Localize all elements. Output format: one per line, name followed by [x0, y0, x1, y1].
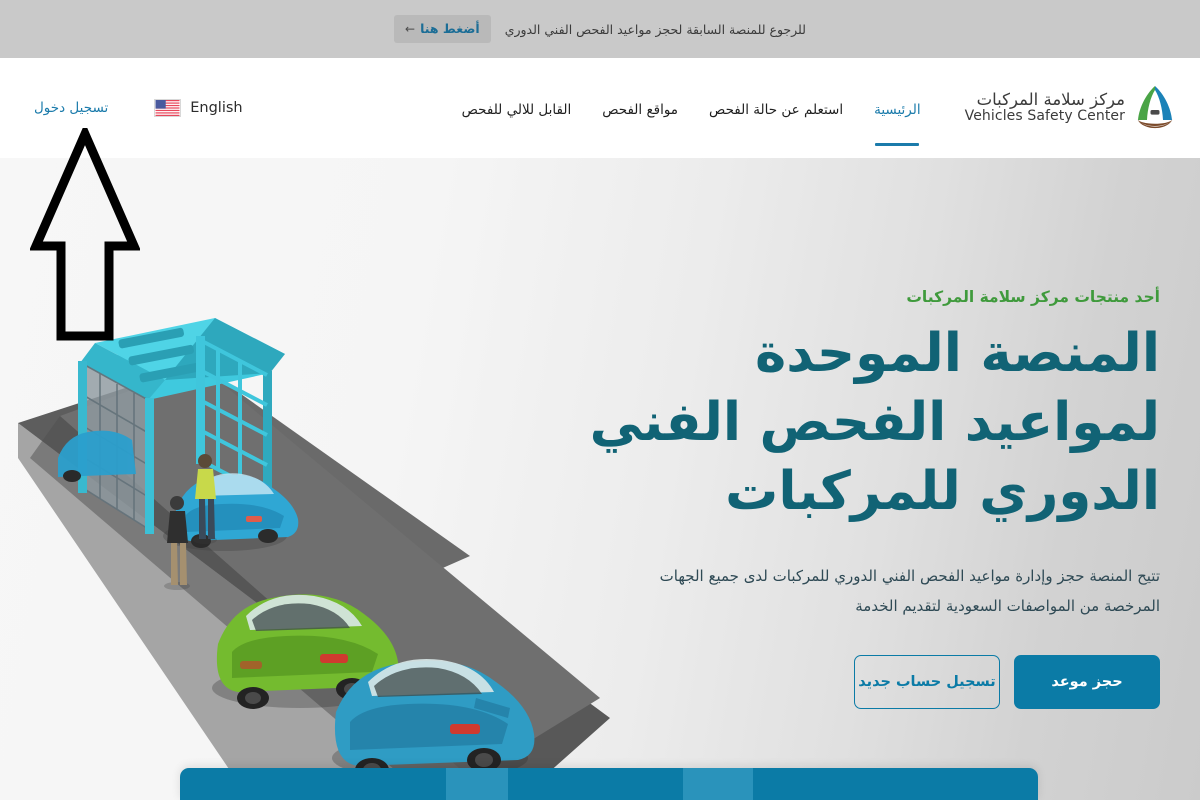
arrow-left-icon: ← — [405, 21, 416, 36]
main-navigation: الرئيسية استعلم عن حالة الفحص مواقع الفح… — [462, 58, 921, 158]
bottom-bar-segment-divider — [446, 768, 508, 800]
hero-description: تتيح المنصة حجز وإدارة مواعيد الفحص الفن… — [659, 566, 1160, 615]
bottom-bar-segment — [180, 768, 446, 800]
hero-eyebrow: أحد منتجات مركز سلامة المركبات — [906, 288, 1160, 306]
bottom-feature-bar[interactable] — [180, 768, 1038, 800]
vehicle-inspection-station-illustration — [18, 318, 610, 800]
hero-action-buttons: حجز موعد تسجيل حساب جديد — [580, 654, 1160, 709]
logo-english-name: Vehicles Safety Center — [964, 108, 1125, 125]
site-logo[interactable]: مركز سلامة المركبات Vehicles Safety Cent… — [965, 84, 1176, 132]
nav-item-eligible-for-inspection[interactable]: القابل للالي للفحص — [462, 58, 572, 158]
logo-arabic-name: مركز سلامة المركبات — [976, 89, 1125, 109]
nav-item-inspection-status[interactable]: استعلم عن حالة الفحص — [709, 58, 843, 158]
nav-item-inspection-locations[interactable]: مواقع الفحص — [602, 58, 678, 158]
register-new-account-button[interactable]: تسجيل حساب جديد — [854, 654, 1000, 709]
header-utility-cluster: English تسجيل دخول — [34, 99, 243, 117]
bottom-bar-segment-divider — [683, 768, 753, 800]
site-header: مركز سلامة المركبات Vehicles Safety Cent… — [0, 58, 1200, 158]
vehicles-safety-center-logo-icon — [1137, 86, 1173, 129]
legacy-platform-banner: للرجوع للمنصة السابقة لحجز مواعيد الفحص … — [0, 0, 1200, 58]
us-flag-icon — [154, 99, 182, 117]
hero-copy: أحد منتجات مركز سلامة المركبات المنصة ال… — [580, 288, 1160, 709]
hero-section: أحد منتجات مركز سلامة المركبات المنصة ال… — [0, 158, 1200, 800]
bottom-bar-segment — [753, 768, 1038, 800]
language-label: English — [190, 100, 243, 116]
legacy-banner-text: للرجوع للمنصة السابقة لحجز مواعيد الفحص … — [504, 21, 806, 37]
legacy-banner-click-here-button[interactable]: أضغط هنا ← — [394, 15, 491, 43]
hero-title: المنصة الموحدة لمواعيد الفحص الفني الدور… — [589, 323, 1161, 522]
logo-text-block: مركز سلامة المركبات Vehicles Safety Cent… — [964, 89, 1125, 125]
book-appointment-button[interactable]: حجز موعد — [1014, 654, 1160, 709]
language-switcher[interactable]: English — [154, 99, 243, 117]
page-root: للرجوع للمنصة السابقة لحجز مواعيد الفحص … — [0, 0, 1200, 800]
bottom-bar-segment — [508, 768, 683, 800]
login-link[interactable]: تسجيل دخول — [34, 100, 108, 116]
nav-item-home[interactable]: الرئيسية — [874, 58, 921, 158]
legacy-banner-button-label: أضغط هنا — [420, 21, 480, 36]
